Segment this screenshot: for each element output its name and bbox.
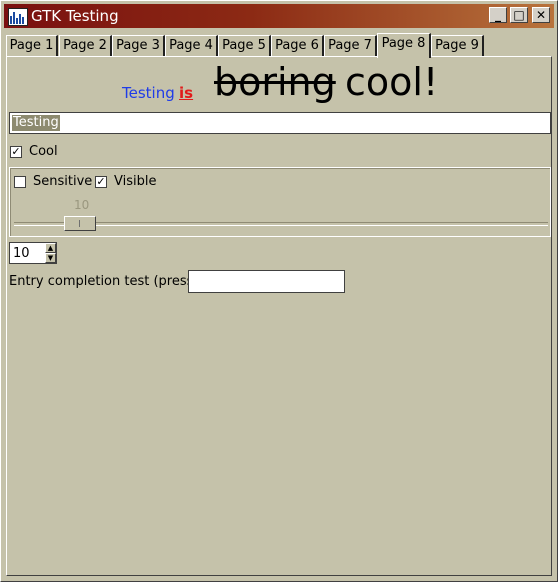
markup-text-is: is: [179, 84, 194, 102]
visible-checkbox[interactable]: ✓ Visible: [95, 174, 175, 190]
cool-checkbox-box[interactable]: ✓: [10, 146, 22, 158]
cool-checkbox-label: Cool: [29, 144, 58, 159]
spin-arrows: ▲ ▼: [45, 243, 56, 263]
tab-page-1[interactable]: Page 1: [6, 35, 58, 57]
text-entry[interactable]: Testing: [9, 112, 551, 134]
sensitive-checkbox[interactable]: Sensitive: [14, 174, 94, 190]
markup-label: Testing is boring cool!: [7, 57, 553, 109]
completion-label: Entry completion test (press i): [9, 274, 207, 289]
minimize-button[interactable]: _: [489, 7, 507, 23]
visible-checkbox-label: Visible: [114, 174, 157, 189]
tab-page-3[interactable]: Page 3: [112, 35, 165, 57]
close-button[interactable]: ✕: [532, 7, 550, 23]
tab-page-5[interactable]: Page 5: [218, 35, 271, 57]
markup-text-testing: Testing: [122, 84, 175, 102]
spin-value[interactable]: 10: [13, 246, 30, 262]
tab-page-4[interactable]: Page 4: [165, 35, 218, 57]
app-icon[interactable]: [8, 8, 28, 26]
scale-slider-handle[interactable]: [64, 216, 96, 231]
tab-page-6[interactable]: Page 6: [271, 35, 324, 57]
title-bar[interactable]: GTK Testing _ □ ✕: [4, 4, 554, 28]
tab-page-9[interactable]: Page 9: [431, 35, 484, 57]
window-title: GTK Testing: [31, 7, 119, 25]
spin-up-arrow-icon[interactable]: ▲: [45, 243, 56, 253]
cool-checkbox[interactable]: ✓ Cool: [10, 144, 90, 160]
main-window: GTK Testing _ □ ✕ Page 1 Page 2 Page 3 P…: [0, 0, 558, 582]
visible-checkbox-box[interactable]: ✓: [95, 176, 107, 188]
tab-page-content: Testing is boring cool! Testing ✓ Cool S…: [6, 56, 552, 576]
options-frame: Sensitive ✓ Visible 10: [9, 167, 551, 237]
markup-text-boring: boring: [214, 60, 336, 104]
tab-page-8[interactable]: Page 8: [377, 33, 431, 58]
entry-selected-text: Testing: [12, 115, 60, 131]
maximize-button[interactable]: □: [510, 7, 528, 23]
markup-text-cool: cool!: [345, 60, 439, 104]
completion-entry[interactable]: [188, 270, 345, 293]
sensitive-checkbox-box[interactable]: [14, 176, 26, 188]
sensitive-checkbox-label: Sensitive: [33, 174, 93, 189]
tab-page-7[interactable]: Page 7: [324, 35, 377, 57]
spin-button[interactable]: 10 ▲ ▼: [9, 242, 57, 264]
tab-page-2[interactable]: Page 2: [59, 35, 112, 57]
scale-value-label: 10: [74, 198, 90, 212]
spin-down-arrow-icon[interactable]: ▼: [45, 253, 56, 263]
